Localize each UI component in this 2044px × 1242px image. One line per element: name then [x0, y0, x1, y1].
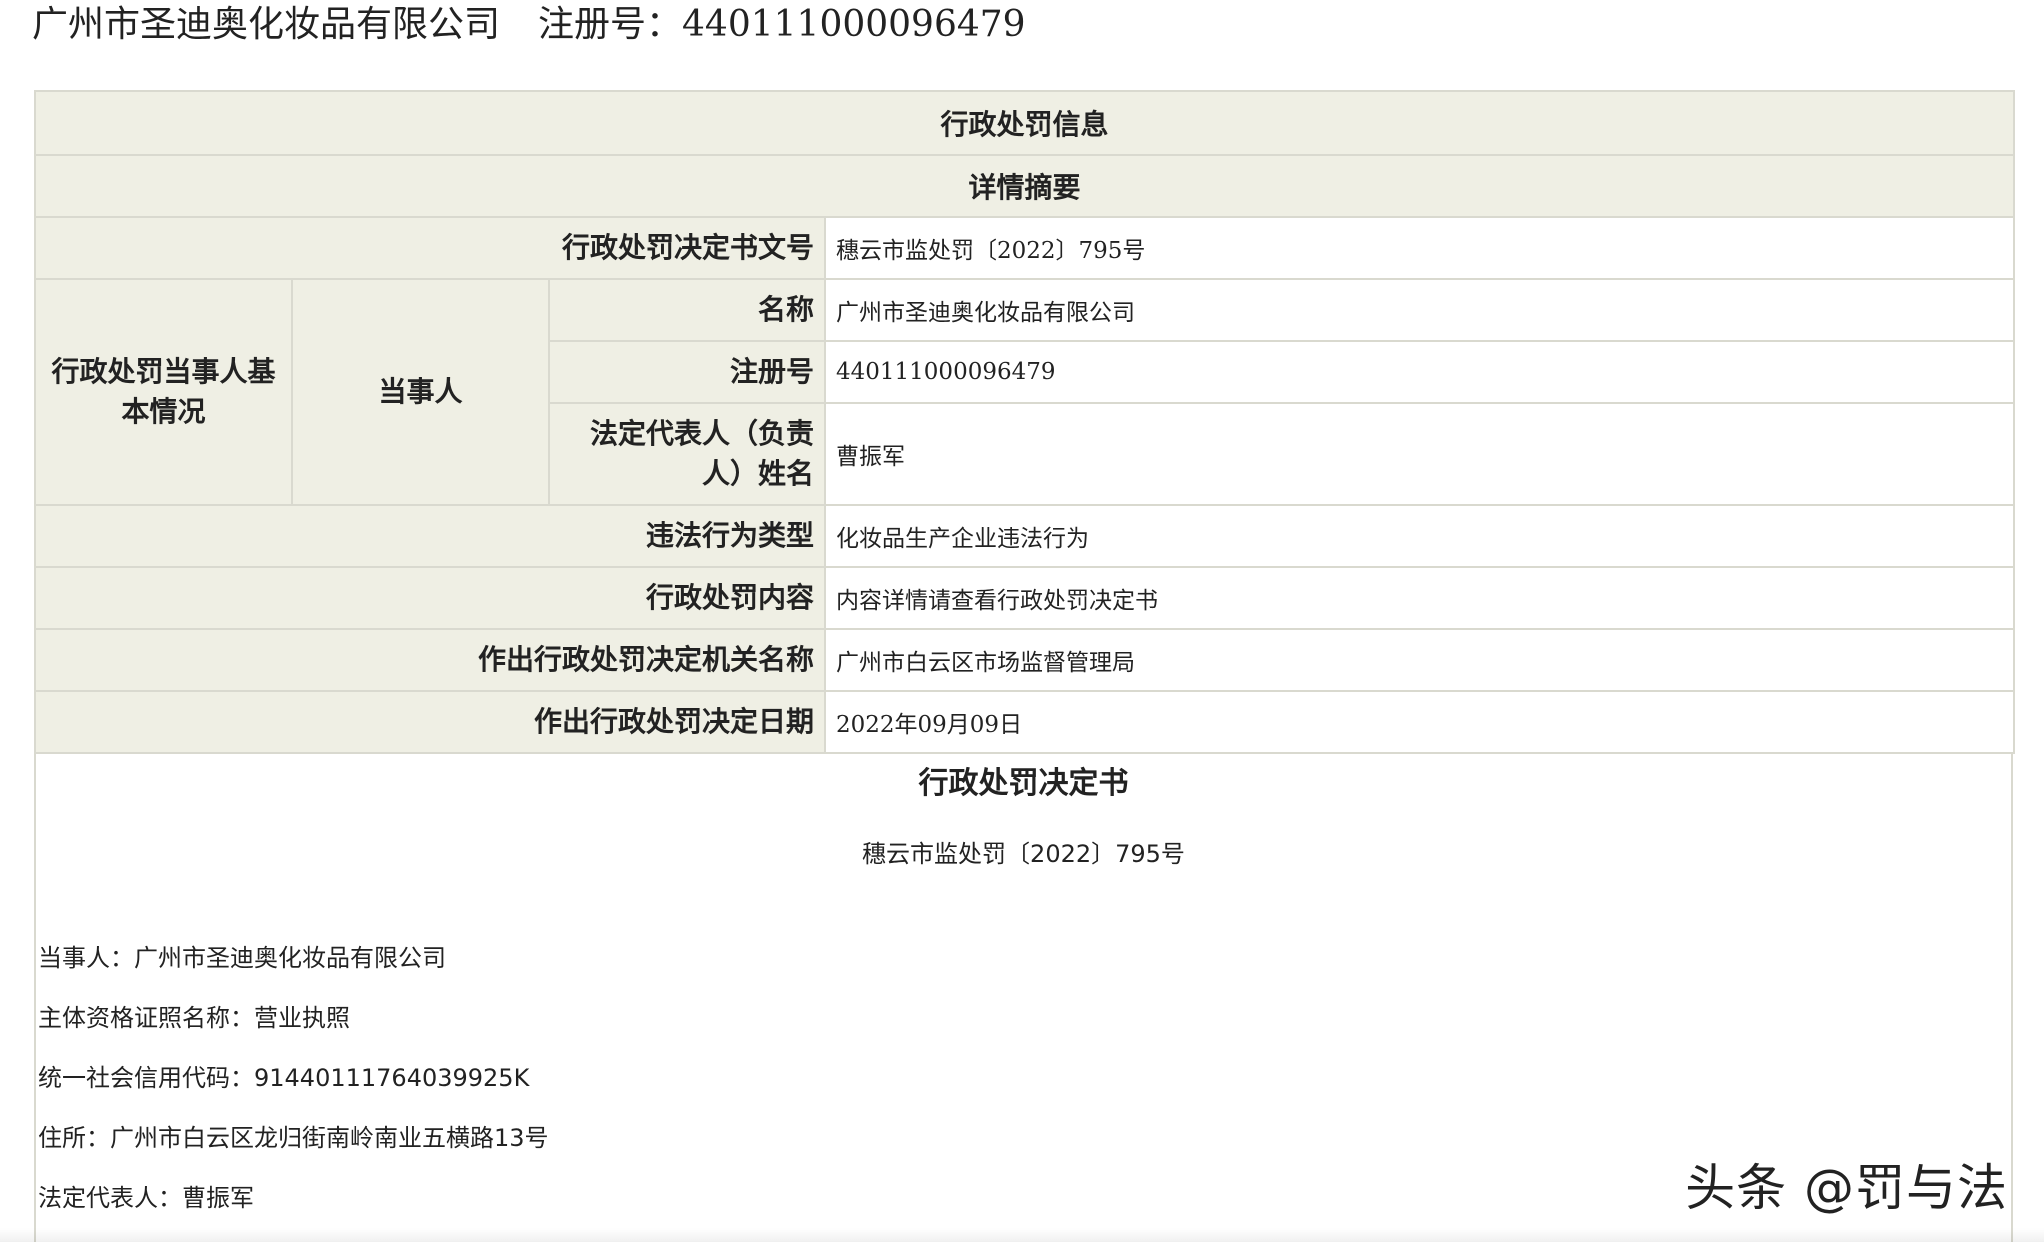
penalty-content-value: 内容详情请查看行政处罚决定书	[823, 566, 2016, 630]
name-value: 广州市圣迪奥化妆品有限公司	[823, 278, 2016, 342]
party-label: 当事人	[291, 278, 550, 506]
decision-number-label: 行政处罚决定书文号	[34, 216, 826, 280]
authority-label: 作出行政处罚决定机关名称	[34, 628, 826, 692]
legal-rep-value: 曹振军	[823, 402, 2016, 506]
decision-license-line: 主体资格证照名称：营业执照	[38, 1004, 350, 1032]
authority-value: 广州市白云区市场监督管理局	[823, 628, 2016, 692]
party-basic-info-label: 行政处罚当事人基本情况	[34, 278, 293, 506]
name-label: 名称	[548, 278, 826, 342]
page: 广州市圣迪奥化妆品有限公司 注册号：440111000096479 行政处罚信息 …	[0, 0, 2044, 1242]
decision-number-value: 穗云市监处罚〔2022〕795号	[823, 216, 2016, 280]
registration-heading: 注册号：440111000096479	[538, 4, 1026, 45]
decision-party-line: 当事人：广州市圣迪奥化妆品有限公司	[38, 944, 446, 972]
violation-type-value: 化妆品生产企业违法行为	[823, 504, 2016, 568]
decision-address-line: 住所：广州市白云区龙归街南岭南业五横路13号	[38, 1124, 549, 1152]
decision-date-value: 2022年09月09日	[823, 690, 2016, 754]
penalty-content-label: 行政处罚内容	[34, 566, 826, 630]
decision-doc-title: 行政处罚决定书	[918, 766, 1129, 801]
legal-rep-label: 法定代表人（负责人）姓名	[548, 402, 826, 506]
decision-date-label: 作出行政处罚决定日期	[34, 690, 826, 754]
decision-doc-number: 穗云市监处罚〔2022〕795号	[862, 840, 1185, 868]
registration-value: 440111000096479	[823, 340, 2016, 404]
table-subtitle: 详情摘要	[33, 154, 2016, 218]
table-title: 行政处罚信息	[33, 90, 2016, 156]
watermark: 头条 @罚与法	[1685, 1159, 2008, 1217]
registration-label: 注册号	[548, 340, 826, 404]
page-bottom-shadow	[0, 1228, 2044, 1242]
penalty-info-table: 行政处罚信息 详情摘要 行政处罚决定书文号 穗云市监处罚〔2022〕795号 行…	[33, 90, 2016, 754]
decision-legal-rep-line: 法定代表人：曹振军	[38, 1184, 254, 1212]
decision-credit-code-line: 统一社会信用代码：91440111764039925K	[38, 1064, 530, 1092]
company-name-heading: 广州市圣迪奥化妆品有限公司	[32, 4, 501, 45]
violation-type-label: 违法行为类型	[34, 504, 826, 568]
page-heading: 广州市圣迪奥化妆品有限公司 注册号：440111000096479	[32, 2, 1026, 48]
